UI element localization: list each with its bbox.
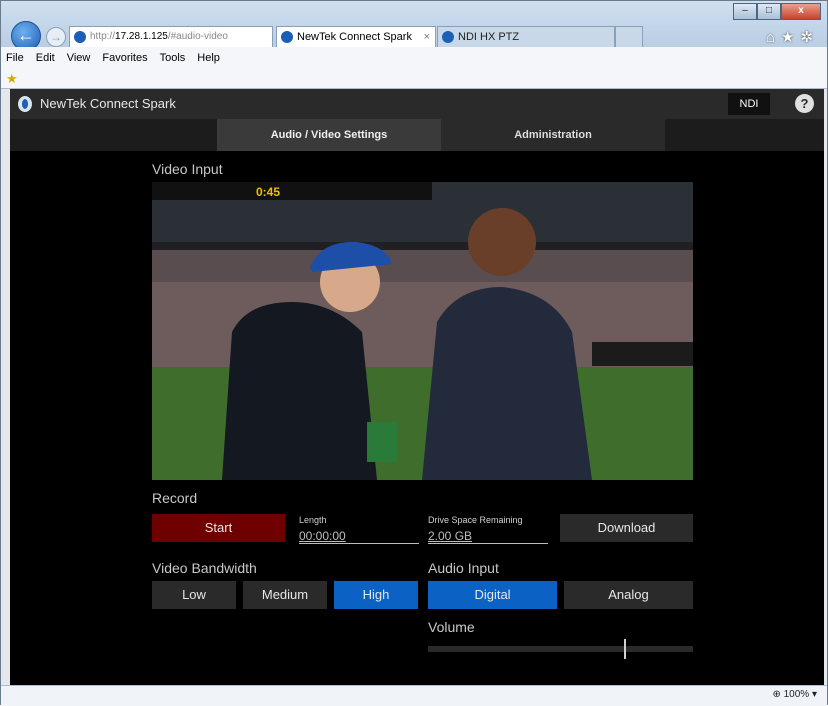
address-path: /#audio-video: [167, 31, 228, 42]
tab-site-icon: [281, 31, 293, 43]
tab-label: NewTek Connect Spark: [297, 31, 412, 43]
forward-button[interactable]: →: [46, 27, 66, 47]
menu-help[interactable]: Help: [197, 52, 220, 64]
menu-edit[interactable]: Edit: [36, 52, 55, 64]
window-left-edge: [1, 89, 10, 685]
bandwidth-low-button[interactable]: Low: [152, 581, 236, 609]
newtek-logo-icon: [18, 96, 32, 112]
help-icon[interactable]: ?: [795, 94, 814, 113]
home-icon[interactable]: ⌂: [766, 29, 781, 46]
audio-input-label: Audio Input: [428, 560, 499, 576]
menu-tools[interactable]: Tools: [160, 52, 186, 64]
audio-analog-button[interactable]: Analog: [564, 581, 693, 609]
audio-digital-button[interactable]: Digital: [428, 581, 557, 609]
tab-close-icon[interactable]: ×: [424, 27, 430, 47]
app-content: NewTek Connect Spark NDI ? Audio / Video…: [10, 89, 824, 685]
minimize-button[interactable]: –: [733, 3, 757, 20]
bandwidth-medium-button[interactable]: Medium: [243, 581, 327, 609]
bandwidth-high-button[interactable]: High: [334, 581, 418, 609]
video-scene: 0:45: [152, 182, 693, 480]
menu-file[interactable]: File: [6, 52, 24, 64]
app-tab-bar: Audio / Video Settings Administration: [10, 119, 824, 151]
browser-window: – □ x ← → http://17.28.1.125/#audio-vide…: [0, 0, 828, 706]
video-preview: 0:45: [152, 182, 693, 480]
drive-space-value: 2.00 GB: [428, 529, 548, 544]
address-prefix: http://: [90, 31, 116, 42]
site-icon: [74, 31, 86, 43]
zoom-control[interactable]: ⊕ 100% ▾: [772, 689, 817, 700]
browser-toolbar-icons: ⌂★✲: [766, 28, 819, 46]
video-bandwidth-label: Video Bandwidth: [152, 560, 257, 576]
new-tab-button[interactable]: [615, 26, 643, 48]
address-host: 17.28.1.125: [115, 31, 168, 42]
volume-label: Volume: [428, 619, 475, 635]
favorites-star-icon[interactable]: ★: [781, 29, 800, 46]
video-input-label: Video Input: [152, 161, 223, 177]
tab-audio-video-settings[interactable]: Audio / Video Settings: [217, 119, 441, 151]
start-record-button[interactable]: Start: [152, 514, 285, 542]
menu-bar: File Edit View Favorites Tools Help: [1, 47, 827, 69]
zoom-value: 100%: [783, 689, 810, 700]
add-favorite-icon[interactable]: ★: [6, 71, 18, 87]
app-title: NewTek Connect Spark: [40, 96, 176, 111]
tab-newtek-connect-spark[interactable]: NewTek Connect Spark ×: [276, 26, 436, 48]
drive-space-label: Drive Space Remaining: [428, 515, 523, 525]
tab-label: NDI HX PTZ: [458, 31, 520, 43]
title-bar: – □ x ← → http://17.28.1.125/#audio-vide…: [1, 1, 827, 51]
menu-favorites[interactable]: Favorites: [102, 52, 147, 64]
length-value: 00:00:00: [299, 529, 419, 544]
status-bar: ⊕ 100% ▾: [1, 685, 827, 706]
settings-gear-icon[interactable]: ✲: [800, 29, 819, 46]
maximize-button[interactable]: □: [757, 3, 781, 20]
zoom-icon: ⊕: [772, 689, 781, 700]
favorites-bar: ★: [1, 69, 827, 89]
scoreboard-clock: 0:45: [256, 185, 280, 199]
tab-site-icon: [442, 31, 454, 43]
volume-slider-handle[interactable]: [624, 639, 626, 659]
window-controls: – □ x: [733, 3, 821, 20]
zoom-dropdown-icon[interactable]: ▾: [812, 689, 817, 700]
record-label: Record: [152, 490, 198, 506]
address-bar[interactable]: http://17.28.1.125/#audio-video: [69, 26, 273, 48]
menu-view[interactable]: View: [67, 52, 91, 64]
download-button[interactable]: Download: [560, 514, 693, 542]
length-label: Length: [299, 515, 327, 525]
volume-slider-track[interactable]: [428, 646, 693, 652]
tab-ndi-hx-ptz[interactable]: NDI HX PTZ: [437, 26, 615, 48]
app-header: NewTek Connect Spark NDI ?: [10, 89, 824, 119]
close-button[interactable]: x: [781, 3, 821, 20]
tab-administration[interactable]: Administration: [441, 119, 665, 151]
ndi-button[interactable]: NDI: [728, 93, 770, 115]
